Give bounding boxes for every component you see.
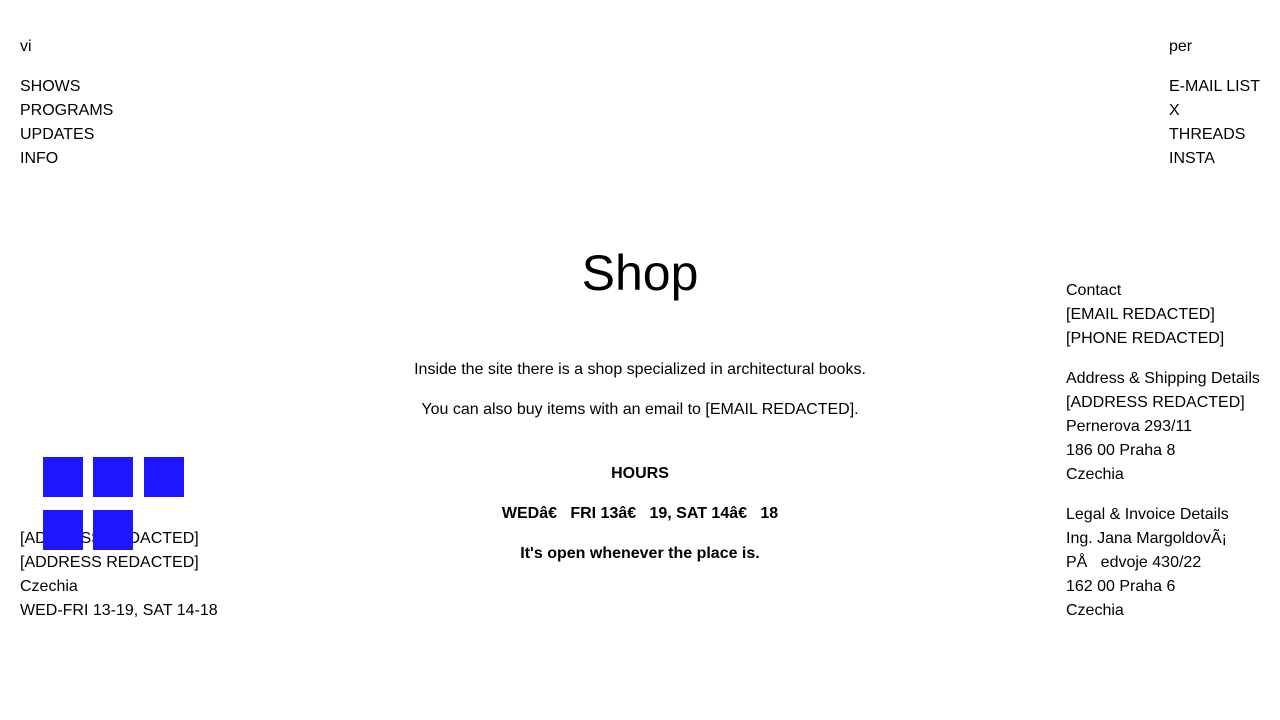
main-nav: SHOWS PROGRAMS UPDATES INFO — [20, 75, 113, 171]
shipping-line: 186 00 Praha 8 — [1066, 442, 1176, 459]
shipping-line: Czechia — [1066, 466, 1124, 483]
shipping-line: [ADDRESS REDACTED] — [1066, 394, 1245, 411]
social-item-email-list: E-MAIL LIST — [1169, 75, 1260, 99]
nav-link-programs[interactable]: PROGRAMS — [20, 102, 113, 119]
nav-link-info[interactable]: INFO — [20, 150, 58, 167]
legal-line: 162 00 Praha 6 — [1066, 578, 1176, 595]
social-item-x: X — [1169, 99, 1260, 123]
footer-address-line: Czechia — [20, 578, 78, 595]
contact-block: Contact [EMAIL REDACTED] [PHONE REDACTED… — [1066, 279, 1260, 351]
legal-line: Czechia — [1066, 602, 1124, 619]
legal-block: Legal & Invoice Details Ing. Jana Margol… — [1066, 503, 1260, 623]
contact-email-link[interactable]: [EMAIL REDACTED] — [1066, 303, 1260, 327]
legal-line: Ing. Jana MargoldovÃ¡ — [1066, 530, 1227, 547]
nav-item-shows: SHOWS — [20, 75, 113, 99]
page: vi SHOWS PROGRAMS UPDATES INFO per E-MAI… — [0, 0, 1280, 720]
nav-item-updates: UPDATES — [20, 123, 113, 147]
threads-link[interactable]: THREADS — [1169, 126, 1245, 143]
nav-item-info: INFO — [20, 147, 113, 171]
nav-item-programs: PROGRAMS — [20, 99, 113, 123]
insta-link[interactable]: INSTA — [1169, 150, 1215, 167]
hours-heading: HOURS — [611, 465, 669, 482]
contact-title: Contact — [1066, 282, 1122, 299]
blue-square-4 — [43, 510, 83, 550]
social-nav: E-MAIL LIST X THREADS INSTA — [1169, 75, 1260, 171]
blue-square-3 — [144, 457, 184, 497]
nav-link-updates[interactable]: UPDATES — [20, 126, 94, 143]
legal-line: PÅ edvoje 430/22 — [1066, 554, 1202, 571]
hours-note: It's open whenever the place is. — [520, 545, 760, 562]
legal-title: Legal & Invoice Details — [1066, 506, 1229, 523]
email-list-link[interactable]: E-MAIL LIST — [1169, 78, 1260, 95]
blue-square-5 — [93, 510, 133, 550]
brand-vi-link[interactable]: vi — [20, 35, 113, 59]
footer-address-line: [ADDRESS REDACTED] — [20, 554, 199, 571]
blue-square-2 — [93, 457, 133, 497]
footer-hours-line: WED-FRI 13-19, SAT 14-18 — [20, 602, 218, 619]
shop-email-note: You can also buy items with an email to … — [421, 401, 859, 418]
right-info-column: Contact [EMAIL REDACTED] [PHONE REDACTED… — [1066, 279, 1260, 639]
contact-phone-link[interactable]: [PHONE REDACTED] — [1066, 327, 1260, 351]
nav-link-shows[interactable]: SHOWS — [20, 78, 80, 95]
brand-per-link[interactable]: per — [1169, 35, 1260, 59]
shipping-line: Pernerova 293/11 — [1066, 418, 1193, 435]
hours-schedule: WEDâ€ FRI 13â€ 19, SAT 14â€ 18 — [501, 505, 779, 522]
x-link[interactable]: X — [1169, 102, 1180, 119]
main-content: Shop Inside the site there is a shop spe… — [340, 240, 940, 566]
social-item-insta: INSTA — [1169, 147, 1260, 171]
top-left-nav: vi SHOWS PROGRAMS UPDATES INFO — [20, 35, 113, 171]
shipping-title: Address & Shipping Details — [1066, 370, 1260, 387]
social-item-threads: THREADS — [1169, 123, 1260, 147]
shop-description: Inside the site there is a shop speciali… — [414, 361, 866, 378]
top-right-nav: per E-MAIL LIST X THREADS INSTA — [1169, 35, 1260, 171]
shipping-block: Address & Shipping Details [ADDRESS REDA… — [1066, 367, 1260, 487]
blue-square-1 — [43, 457, 83, 497]
page-title: Shop — [581, 245, 699, 301]
